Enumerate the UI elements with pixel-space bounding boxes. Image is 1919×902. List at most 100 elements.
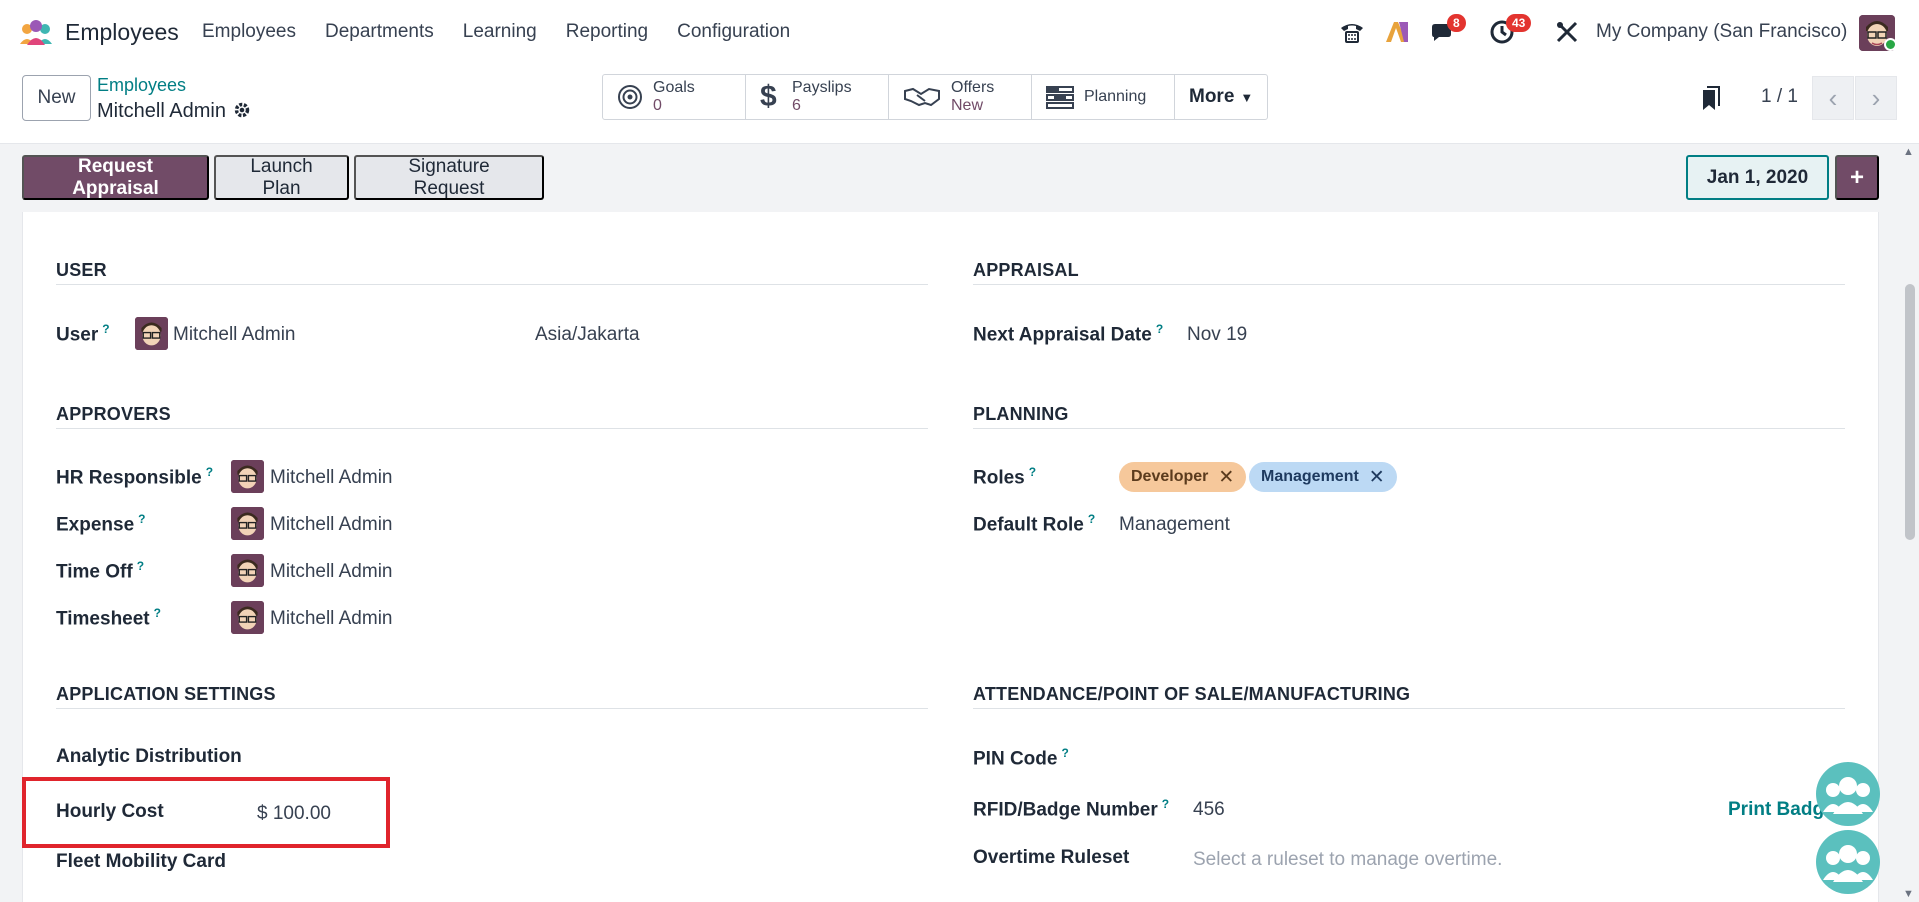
request-appraisal-button[interactable]: Request Appraisal xyxy=(22,155,209,200)
payslips-title: Payslips xyxy=(792,79,852,96)
ai-assistant-icon[interactable] xyxy=(1383,14,1411,50)
pager-value[interactable]: 1 / 1 xyxy=(1761,86,1798,108)
overtime-ruleset-label: Overtime Ruleset xyxy=(973,847,1130,868)
pager-next[interactable]: › xyxy=(1855,76,1897,120)
help-icon[interactable]: ? xyxy=(1162,797,1169,811)
help-icon[interactable]: ? xyxy=(137,559,144,573)
planning-icon xyxy=(1046,86,1074,109)
company-switcher[interactable]: My Company (San Francisco) xyxy=(1596,21,1847,43)
hr-responsible-avatar xyxy=(231,460,264,493)
phone-icon[interactable] xyxy=(1338,14,1366,50)
approvers-divider xyxy=(56,428,928,429)
default-role-value[interactable]: Management xyxy=(1119,514,1230,536)
top-navbar: Employees Employees Departments Learning… xyxy=(0,0,1919,64)
next-appraisal-date[interactable]: Nov 19 xyxy=(1187,324,1247,346)
scroll-down-arrow[interactable]: ▼ xyxy=(1903,888,1914,900)
more-button[interactable]: More ▼ xyxy=(1175,75,1267,119)
rfid-value[interactable]: 456 xyxy=(1193,799,1225,821)
next-appraisal-label: Next Appraisal Date? xyxy=(973,322,1164,346)
offers-button[interactable]: Offers New xyxy=(889,75,1032,119)
plus-icon: + xyxy=(1849,163,1864,191)
goals-button[interactable]: Goals 0 xyxy=(603,75,746,119)
user-label: User? xyxy=(56,322,110,346)
help-icon[interactable]: ? xyxy=(154,606,161,620)
expense-avatar xyxy=(231,507,264,540)
approvers-section-title: APPROVERS xyxy=(56,404,171,424)
remove-tag-icon[interactable]: ✕ xyxy=(1369,466,1385,489)
launch-plan-button[interactable]: Launch Plan xyxy=(214,155,349,200)
user-divider xyxy=(56,284,928,285)
caret-down-icon: ▼ xyxy=(1240,89,1254,105)
group-chat-icon xyxy=(1823,845,1873,882)
expense-value[interactable]: Mitchell Admin xyxy=(270,514,393,536)
time-off-value[interactable]: Mitchell Admin xyxy=(270,561,393,583)
hr-responsible-label: HR Responsible? xyxy=(56,465,214,489)
signature-request-button[interactable]: Signature Request xyxy=(354,155,544,200)
livechat-button-2[interactable] xyxy=(1816,830,1880,894)
user-avatar-small xyxy=(135,317,168,350)
time-off-label: Time Off? xyxy=(56,559,145,583)
application-settings-divider xyxy=(56,708,928,709)
planning-button[interactable]: Planning xyxy=(1032,75,1175,119)
scrollbar-thumb[interactable] xyxy=(1905,284,1915,540)
date-button[interactable]: Jan 1, 2020 xyxy=(1686,155,1829,200)
help-icon[interactable]: ? xyxy=(138,512,145,526)
hr-responsible-value[interactable]: Mitchell Admin xyxy=(270,467,393,489)
application-settings-title: APPLICATION SETTINGS xyxy=(56,684,276,704)
offers-title: Offers xyxy=(951,79,995,96)
role-tag-management[interactable]: Management ✕ xyxy=(1249,462,1397,492)
roles-label: Roles? xyxy=(973,465,1037,489)
target-icon xyxy=(618,85,642,109)
role-tag-developer[interactable]: Developer ✕ xyxy=(1119,462,1247,492)
breadcrumb-parent[interactable]: Employees xyxy=(97,75,186,96)
debug-tools-icon[interactable] xyxy=(1553,14,1581,50)
planning-title: Planning xyxy=(1084,88,1147,105)
scroll-up-arrow[interactable]: ▲ xyxy=(1903,146,1914,158)
gear-icon[interactable] xyxy=(233,101,251,124)
timezone-value[interactable]: Asia/Jakarta xyxy=(535,324,640,346)
employees-app-icon[interactable] xyxy=(18,18,54,46)
rfid-label: RFID/Badge Number? xyxy=(973,797,1170,821)
planning-section-title: PLANNING xyxy=(973,404,1069,424)
add-button[interactable]: + xyxy=(1835,155,1879,200)
overtime-ruleset-input[interactable]: Select a ruleset to manage overtime. xyxy=(1193,849,1502,871)
payslips-button[interactable]: $ Payslips 6 xyxy=(746,75,889,119)
messages-badge: 8 xyxy=(1447,14,1466,32)
hourly-cost-highlight xyxy=(22,777,390,848)
help-icon[interactable]: ? xyxy=(1156,322,1163,336)
remove-tag-icon[interactable]: ✕ xyxy=(1218,466,1234,489)
pin-code-label: PIN Code? xyxy=(973,746,1069,770)
help-icon[interactable]: ? xyxy=(1029,465,1036,479)
planning-divider xyxy=(973,428,1845,429)
new-button[interactable]: New xyxy=(22,75,91,121)
goals-count: 0 xyxy=(653,97,662,114)
menu-departments[interactable]: Departments xyxy=(325,21,434,43)
action-row: Request Appraisal Launch Plan Signature … xyxy=(0,144,1919,212)
control-panel: New Employees Mitchell Admin Goals 0 $ Pa… xyxy=(0,64,1919,144)
attendance-section-title: ATTENDANCE/POINT OF SALE/MANUFACTURING xyxy=(973,684,1411,704)
handshake-icon xyxy=(904,87,940,107)
more-label: More xyxy=(1189,86,1235,107)
user-value[interactable]: Mitchell Admin xyxy=(173,324,296,346)
appraisal-divider xyxy=(973,284,1845,285)
chevron-right-icon: › xyxy=(1871,82,1881,113)
payslips-count: 6 xyxy=(792,97,801,114)
menu-configuration[interactable]: Configuration xyxy=(677,21,790,43)
menu-employees[interactable]: Employees xyxy=(202,21,296,43)
expense-label: Expense? xyxy=(56,512,146,536)
app-title[interactable]: Employees xyxy=(65,19,179,46)
user-section-title: USER xyxy=(56,260,107,280)
menu-reporting[interactable]: Reporting xyxy=(566,21,648,43)
pager-previous[interactable]: ‹ xyxy=(1812,76,1854,120)
activities-badge: 43 xyxy=(1506,14,1532,32)
menu-learning[interactable]: Learning xyxy=(463,21,537,43)
bookmark-icon[interactable] xyxy=(1700,86,1722,117)
help-icon[interactable]: ? xyxy=(206,465,213,479)
timesheet-value[interactable]: Mitchell Admin xyxy=(270,608,393,630)
help-icon[interactable]: ? xyxy=(1088,512,1095,526)
help-icon[interactable]: ? xyxy=(102,322,109,336)
chevron-left-icon: ‹ xyxy=(1828,82,1838,113)
livechat-button[interactable] xyxy=(1816,762,1880,826)
smart-buttons: Goals 0 $ Payslips 6 Offers New Planning Mo… xyxy=(602,74,1269,120)
help-icon[interactable]: ? xyxy=(1061,746,1068,760)
